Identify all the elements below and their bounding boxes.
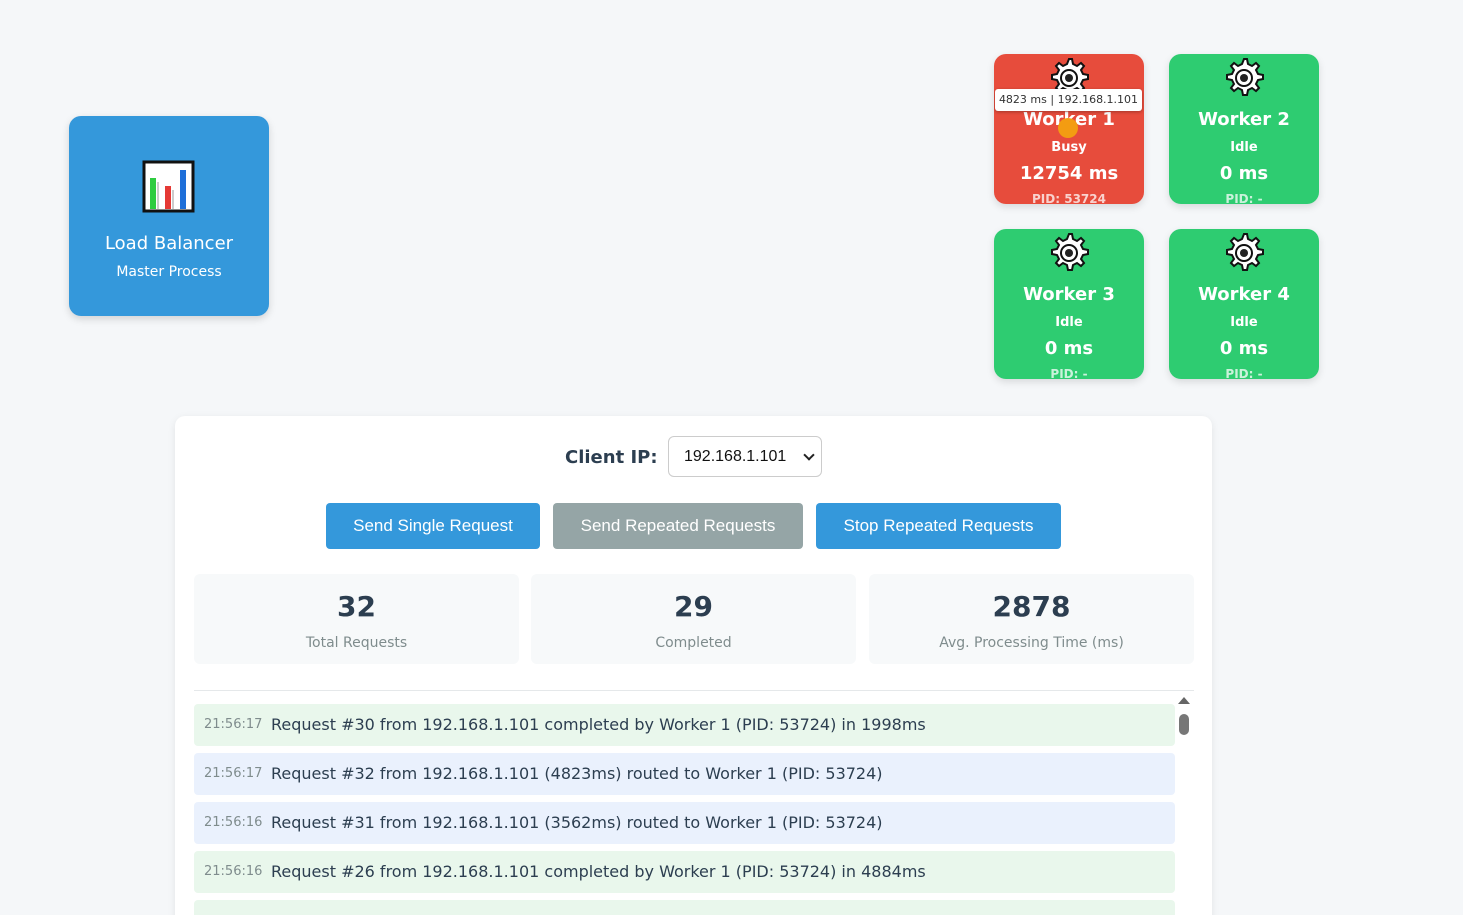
- gear-icon: [1226, 58, 1264, 96]
- stat-avg-processing-time: 2878 Avg. Processing Time (ms): [869, 574, 1194, 664]
- stat-value: 2878: [992, 590, 1071, 623]
- log-time: 21:56:16: [204, 815, 263, 830]
- client-ip-label: Client IP:: [565, 447, 658, 468]
- worker-card-3: Worker 3 Idle 0 ms PID: -: [994, 229, 1144, 379]
- load-balancer-card: Load Balancer Master Process: [69, 116, 269, 316]
- worker-status: Idle: [1230, 140, 1258, 155]
- log-time: 21:56:17: [204, 717, 263, 732]
- worker-name: Worker 3: [1023, 284, 1115, 305]
- request-log: 21:56:17 Request #30 from 192.168.1.101 …: [194, 704, 1175, 915]
- log-entry: 21:56:17 Request #30 from 192.168.1.101 …: [194, 704, 1175, 746]
- load-balancer-title: Load Balancer: [104, 233, 234, 254]
- client-ip-value: 192.168.1.101: [684, 448, 787, 465]
- log-entry: [194, 900, 1175, 915]
- log-message: Request #32 from 192.168.1.101 (4823ms) …: [271, 764, 883, 783]
- client-ip-select[interactable]: 192.168.1.101: [668, 436, 822, 477]
- log-entry: 21:56:16 Request #26 from 192.168.1.101 …: [194, 851, 1175, 893]
- worker-pid: PID: -: [1225, 192, 1263, 204]
- log-entry: 21:56:17 Request #32 from 192.168.1.101 …: [194, 753, 1175, 795]
- stat-completed: 29 Completed: [531, 574, 856, 664]
- worker-card-2: Worker 2 Idle 0 ms PID: -: [1169, 54, 1319, 204]
- request-dot: [1058, 118, 1078, 138]
- stat-value: 29: [674, 590, 713, 623]
- send-repeated-requests-button[interactable]: Send Repeated Requests: [553, 503, 803, 549]
- log-time: 21:56:16: [204, 864, 263, 879]
- worker-card-1: Worker 1 Busy 12754 ms PID: 53724 4823 m…: [994, 54, 1144, 204]
- log-time: 21:56:17: [204, 766, 263, 781]
- worker-card-4: Worker 4 Idle 0 ms PID: -: [1169, 229, 1319, 379]
- divider: [194, 690, 1194, 691]
- log-message: Request #30 from 192.168.1.101 completed…: [271, 715, 926, 734]
- stat-total-requests: 32 Total Requests: [194, 574, 519, 664]
- gear-icon: [1051, 233, 1089, 271]
- worker-name: Worker 2: [1198, 109, 1290, 130]
- bar-chart-icon: [142, 160, 195, 213]
- scrollbar-thumb[interactable]: [1179, 714, 1189, 735]
- worker-pid: PID: -: [1050, 367, 1088, 379]
- load-balancer-subtitle: Master Process: [116, 264, 222, 280]
- scroll-up-arrow[interactable]: [1178, 697, 1190, 704]
- log-message: Request #31 from 192.168.1.101 (3562ms) …: [271, 813, 883, 832]
- worker-time: 12754 ms: [1019, 163, 1119, 184]
- worker-pid: PID: 53724: [1032, 192, 1106, 204]
- worker-status: Idle: [1230, 315, 1258, 330]
- log-message: Request #26 from 192.168.1.101 completed…: [271, 862, 926, 881]
- stat-label: Total Requests: [305, 635, 408, 651]
- stat-value: 32: [337, 590, 376, 623]
- control-panel: Client IP: 192.168.1.101 Send Single Req…: [175, 416, 1212, 915]
- worker-time: 0 ms: [1219, 338, 1269, 359]
- worker-status: Idle: [1055, 315, 1083, 330]
- worker-name: Worker 4: [1198, 284, 1290, 305]
- stat-label: Completed: [655, 635, 732, 651]
- worker-pid: PID: -: [1225, 367, 1263, 379]
- stat-label: Avg. Processing Time (ms): [939, 635, 1124, 651]
- worker-time: 0 ms: [1044, 338, 1094, 359]
- send-single-request-button[interactable]: Send Single Request: [326, 503, 540, 549]
- stop-repeated-requests-button[interactable]: Stop Repeated Requests: [816, 503, 1061, 549]
- log-entry: 21:56:16 Request #31 from 192.168.1.101 …: [194, 802, 1175, 844]
- worker-status: Busy: [1051, 140, 1087, 155]
- request-tooltip: 4823 ms | 192.168.1.101: [995, 89, 1142, 111]
- worker-time: 0 ms: [1219, 163, 1269, 184]
- chevron-down-icon: [803, 449, 815, 461]
- gear-icon: [1226, 233, 1264, 271]
